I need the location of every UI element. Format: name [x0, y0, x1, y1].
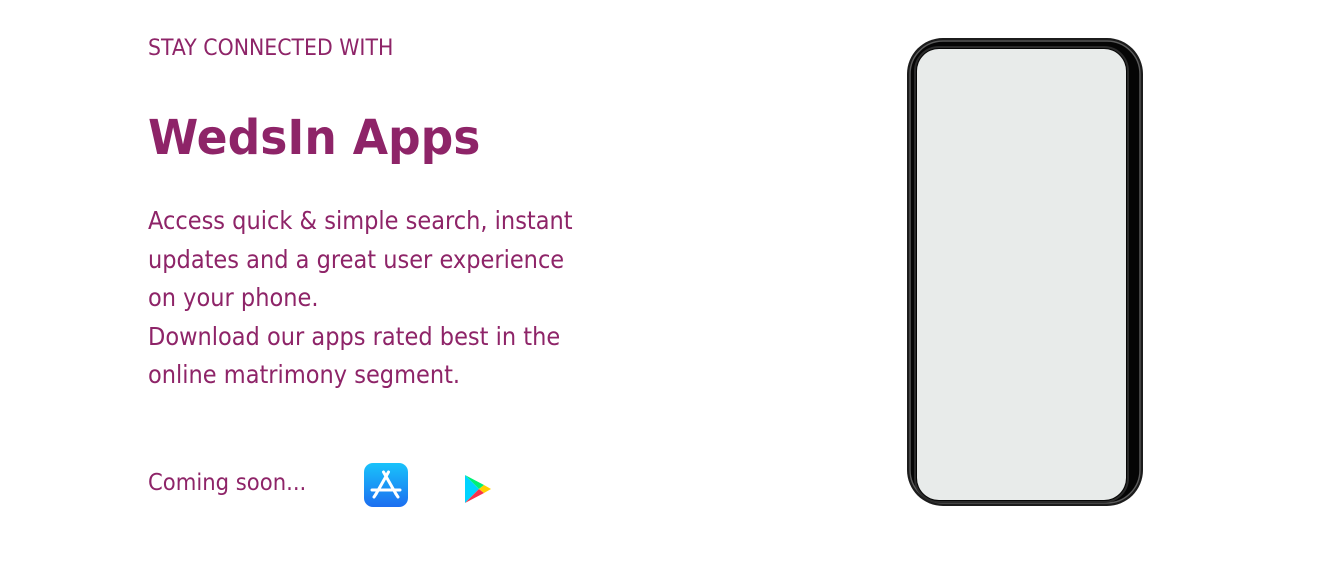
description-line: Download our apps rated best in the — [148, 321, 561, 351]
app-store-button[interactable] — [364, 463, 408, 507]
description: Access quick & simple search, instant up… — [148, 202, 652, 395]
app-download-section: STAY CONNECTED WITH WedsIn Apps Access q… — [0, 0, 1324, 563]
google-play-icon — [465, 475, 491, 503]
section-title: WedsIn Apps — [148, 110, 481, 166]
description-line: on your phone. — [148, 283, 319, 312]
app-store-icon — [364, 463, 408, 507]
description-line: Access quick & simple search, instant — [148, 206, 573, 235]
phone-frame-icon — [906, 36, 1145, 508]
phone-mockup — [906, 36, 1145, 508]
google-play-button[interactable] — [463, 474, 493, 504]
eyebrow-text: STAY CONNECTED WITH — [148, 36, 394, 61]
coming-soon-label: Coming soon... — [148, 470, 307, 496]
description-line: online matrimony segment. — [148, 360, 461, 389]
description-line: updates and a great user experience — [148, 244, 565, 274]
